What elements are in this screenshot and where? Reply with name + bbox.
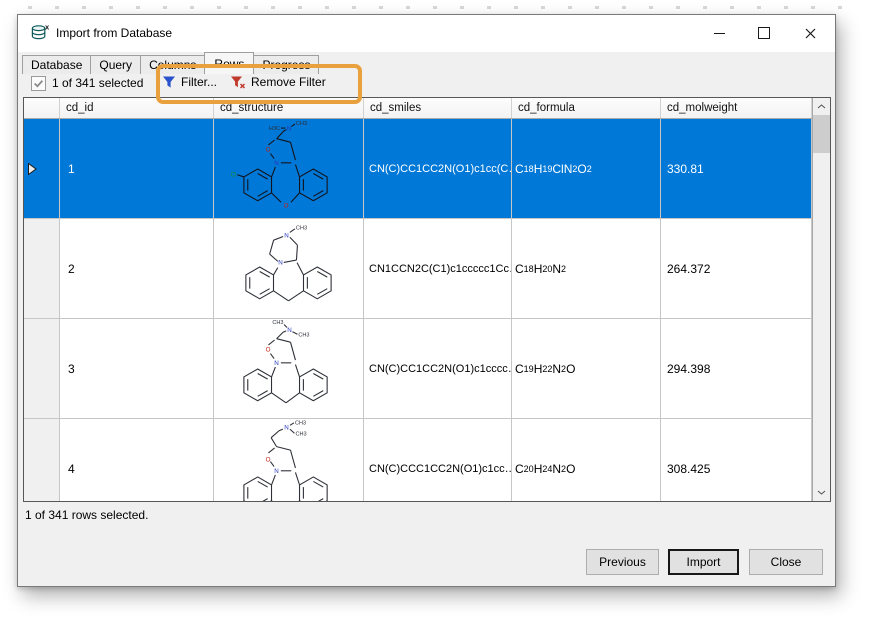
svg-text:CH3: CH3 bbox=[296, 225, 307, 231]
structure-drawing: N O N CH3 CH3 bbox=[243, 320, 328, 404]
tab-rows[interactable]: Rows bbox=[204, 52, 255, 74]
cell-cd-structure[interactable]: N O N CH3 CH3 bbox=[214, 419, 364, 501]
svg-text:CH3: CH3 bbox=[296, 121, 307, 127]
maximize-icon bbox=[758, 27, 770, 39]
status-bar-text: 1 of 341 rows selected. bbox=[25, 508, 149, 522]
table-grid: cd_id cd_structure cd_smiles cd_formula … bbox=[24, 98, 812, 501]
column-header-cd-formula[interactable]: cd_formula bbox=[512, 98, 661, 118]
checkmark-icon bbox=[34, 80, 44, 88]
row-selector-cell[interactable] bbox=[24, 219, 60, 318]
cell-cd-smiles[interactable]: CN(C)CC1CC2N(O1)c1cccc… bbox=[364, 319, 512, 418]
structure-drawing: N O O Cl N CH3 H3C bbox=[230, 121, 328, 210]
svg-text:N: N bbox=[274, 160, 279, 167]
svg-text:N: N bbox=[274, 468, 279, 475]
structure-drawing: N O N CH3 CH3 bbox=[243, 420, 328, 501]
previous-button[interactable]: Previous bbox=[586, 549, 659, 575]
cell-cd-structure[interactable]: N N CH3 bbox=[214, 219, 364, 318]
vertical-scrollbar[interactable] bbox=[812, 98, 830, 501]
row-selector-cell[interactable] bbox=[24, 119, 60, 218]
cell-cd-smiles[interactable]: CN(C)CCC1CC2N(O1)c1cc… bbox=[364, 419, 512, 501]
chevron-up-icon bbox=[817, 104, 826, 109]
svg-text:N: N bbox=[287, 125, 292, 132]
cell-cd-formula[interactable]: C 20 H 24 N 2 O bbox=[512, 419, 661, 501]
tab-query[interactable]: Query bbox=[90, 55, 142, 74]
cell-cd-smiles[interactable]: CN(C)CC1CC2N(O1)c1cc(C… bbox=[364, 119, 512, 218]
svg-text:N: N bbox=[284, 424, 289, 431]
cell-cd-id[interactable]: 2 bbox=[60, 219, 214, 318]
title-bar: x Import from Database bbox=[18, 15, 835, 52]
table-row[interactable]: 1 N O O Cl N CH3 H3C CN(C)CC1CC2N(O1)c1c… bbox=[24, 119, 812, 219]
cell-cd-smiles[interactable]: CN1CCN2C(C1)c1ccccc1Cc… bbox=[364, 219, 512, 318]
chevron-down-icon bbox=[817, 490, 826, 495]
remove-filter-funnel-icon bbox=[231, 76, 246, 89]
svg-text:CH3: CH3 bbox=[272, 320, 283, 326]
remove-filter-button-label: Remove Filter bbox=[251, 75, 326, 89]
cell-cd-molweight[interactable]: 264.372 bbox=[661, 219, 812, 318]
import-button[interactable]: Import bbox=[668, 549, 739, 575]
cell-cd-formula[interactable]: C 18 H 19 ClN 2 O 2 bbox=[512, 119, 661, 218]
svg-text:CH3: CH3 bbox=[298, 333, 309, 339]
results-table: cd_id cd_structure cd_smiles cd_formula … bbox=[23, 97, 831, 502]
column-header-cd-molweight[interactable]: cd_molweight bbox=[661, 98, 812, 118]
svg-text:Cl: Cl bbox=[230, 172, 236, 179]
svg-text:N: N bbox=[284, 233, 289, 240]
svg-text:N: N bbox=[287, 327, 292, 334]
svg-text:O: O bbox=[266, 346, 271, 353]
cell-cd-id[interactable]: 3 bbox=[60, 319, 214, 418]
import-from-database-dialog: x Import from Database Database Query Co… bbox=[17, 14, 836, 587]
column-header-cd-structure[interactable]: cd_structure bbox=[214, 98, 364, 118]
cell-cd-molweight[interactable]: 308.425 bbox=[661, 419, 812, 501]
tab-database[interactable]: Database bbox=[22, 55, 92, 74]
cell-cd-structure[interactable]: N O N CH3 CH3 bbox=[214, 319, 364, 418]
row-selector-cell[interactable] bbox=[24, 319, 60, 418]
table-row[interactable]: 2 N N CH3 CN1CCN2C(C1)c1ccccc1Cc… C 18 H… bbox=[24, 219, 812, 319]
filter-funnel-icon bbox=[163, 76, 175, 88]
table-row[interactable]: 4 N O N CH3 CH3 CN(C)CCC1CC2N(O1)c1cc… C… bbox=[24, 419, 812, 501]
svg-text:x: x bbox=[45, 23, 50, 31]
selection-count-label: 1 of 341 selected bbox=[52, 76, 144, 90]
close-icon bbox=[805, 28, 815, 38]
background-window-artifact bbox=[28, 6, 860, 9]
cell-cd-molweight[interactable]: 330.81 bbox=[661, 119, 812, 218]
cell-cd-id[interactable]: 4 bbox=[60, 419, 214, 501]
current-row-arrow-icon bbox=[28, 162, 37, 175]
scrollbar-down-button[interactable] bbox=[813, 484, 830, 501]
cell-cd-molweight[interactable]: 294.398 bbox=[661, 319, 812, 418]
svg-text:O: O bbox=[284, 203, 289, 210]
svg-text:H3C: H3C bbox=[269, 126, 280, 132]
minimize-icon bbox=[713, 32, 725, 34]
filter-button-label: Filter... bbox=[181, 75, 218, 89]
selected-checkbox[interactable] bbox=[31, 76, 46, 91]
close-dialog-button[interactable]: Close bbox=[749, 549, 823, 575]
svg-text:N: N bbox=[278, 259, 283, 266]
cell-cd-formula[interactable]: C 19 H 22 N 2 O bbox=[512, 319, 661, 418]
app-database-icon: x bbox=[31, 23, 50, 40]
dialog-title: Import from Database bbox=[56, 26, 173, 40]
minimize-button[interactable] bbox=[704, 21, 734, 45]
table-header-row: cd_id cd_structure cd_smiles cd_formula … bbox=[24, 98, 812, 119]
column-header-cd-smiles[interactable]: cd_smiles bbox=[364, 98, 512, 118]
cell-cd-structure[interactable]: N O O Cl N CH3 H3C bbox=[214, 119, 364, 218]
svg-text:O: O bbox=[266, 456, 271, 463]
close-button[interactable] bbox=[795, 21, 825, 45]
scrollbar-up-button[interactable] bbox=[813, 98, 830, 115]
table-row[interactable]: 3 N O N CH3 CH3 CN(C)CC1CC2N(O1)c1cccc… … bbox=[24, 319, 812, 419]
column-header-selector[interactable] bbox=[24, 98, 60, 118]
maximize-button[interactable] bbox=[749, 21, 779, 45]
structure-drawing: N N CH3 bbox=[245, 225, 332, 302]
svg-text:CH3: CH3 bbox=[295, 420, 306, 426]
cell-cd-id[interactable]: 1 bbox=[60, 119, 214, 218]
scrollbar-track[interactable] bbox=[813, 153, 830, 484]
svg-text:O: O bbox=[266, 146, 271, 153]
svg-text:CH3: CH3 bbox=[295, 432, 306, 438]
cell-cd-formula[interactable]: C 18 H 20 N 2 bbox=[512, 219, 661, 318]
column-header-cd-id[interactable]: cd_id bbox=[60, 98, 214, 118]
svg-text:N: N bbox=[274, 360, 279, 367]
row-selector-cell[interactable] bbox=[24, 419, 60, 501]
scrollbar-thumb[interactable] bbox=[813, 115, 830, 153]
screenshot-canvas: x Import from Database Database Query Co… bbox=[0, 0, 882, 635]
